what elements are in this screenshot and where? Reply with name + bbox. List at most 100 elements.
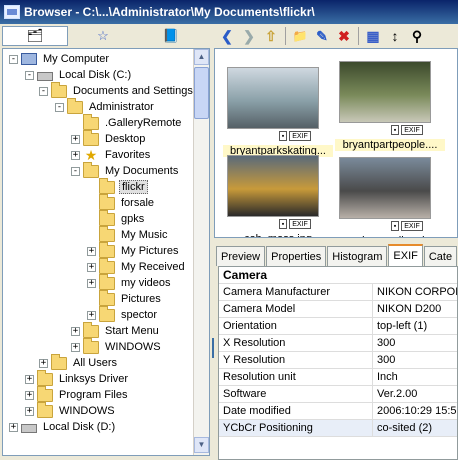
tab-preview[interactable]: Preview	[216, 246, 266, 266]
tree-item[interactable]: + Desktop	[71, 129, 147, 147]
up-folder-button[interactable]: ⇧	[260, 25, 282, 47]
back-button[interactable]: ❮	[216, 25, 238, 47]
expand-icon[interactable]: +	[71, 342, 80, 352]
expand-icon[interactable]: +	[25, 374, 34, 384]
folder-icon	[99, 225, 115, 242]
tree-item[interactable]: + All Users	[39, 353, 119, 371]
expand-icon[interactable]: +	[39, 358, 48, 368]
filter-button[interactable]: ⚲	[406, 25, 428, 47]
folder-tree[interactable]: ▲ ▼ - My Computer - Local Disk (C:) - Documen…	[2, 48, 210, 456]
tab-properties[interactable]: Properties	[266, 246, 327, 266]
folder-icon	[83, 129, 99, 146]
scroll-thumb[interactable]	[194, 67, 209, 119]
expand-icon[interactable]: +	[87, 262, 96, 272]
star-icon: ★	[84, 146, 98, 163]
expand-icon[interactable]: +	[87, 278, 96, 288]
exif-row[interactable]: Software Ver.2.00	[219, 386, 457, 403]
tree-item[interactable]: + WINDOWS	[25, 401, 117, 419]
exif-row[interactable]: Camera ManufacturerNIKON CORPORA	[219, 284, 457, 301]
tree-item-label: Start Menu	[105, 325, 159, 337]
tree-item[interactable]: + WINDOWS	[71, 337, 163, 355]
exif-key: Camera Model	[219, 301, 373, 318]
exif-value: 2006:10:29 15:5	[373, 403, 457, 420]
delete-button[interactable]: ✖	[333, 25, 355, 47]
tree-item-label: My Documents	[105, 165, 179, 177]
thumbnail-item[interactable]: ▪ EXIF bryantpartpeople....	[335, 57, 445, 151]
toolbar-separator	[358, 27, 359, 45]
expand-icon[interactable]: +	[25, 390, 34, 400]
exif-row[interactable]: X Resolution 300	[219, 335, 457, 352]
tree-item-label: Local Disk (C:)	[59, 69, 132, 81]
tree-item[interactable]: forsale	[87, 193, 156, 211]
tab-histogram[interactable]: Histogram	[327, 246, 388, 266]
expand-icon[interactable]: +	[71, 134, 80, 144]
exif-row[interactable]: Orientation top-left (1)	[219, 318, 457, 335]
thumbnail-view-icon: ▦	[366, 27, 380, 44]
favorites-tab[interactable]: ☆	[70, 26, 136, 46]
sort-button[interactable]: ↕	[384, 25, 406, 47]
tree-item-label: Desktop	[105, 133, 146, 145]
exif-row[interactable]: Date modified 2006:10:29 15:5	[219, 403, 457, 420]
view-mode-button[interactable]: ▦	[362, 25, 384, 47]
tab-cate[interactable]: Cate	[423, 246, 458, 266]
tree-item-label: my videos	[121, 277, 171, 289]
browser-app-icon	[4, 5, 20, 19]
expand-icon[interactable]: +	[71, 150, 80, 160]
thumbnail-item[interactable]: ▪EXIFcab_mass.jpg	[223, 151, 327, 237]
tree-item-label: My Pictures	[121, 245, 179, 257]
tree-item[interactable]: - Local Disk (C:)	[25, 67, 133, 83]
computer-icon	[21, 53, 37, 65]
folder-icon	[67, 97, 83, 114]
exif-value: 300	[373, 352, 457, 369]
exif-value: co-sited (2)	[373, 420, 457, 437]
thumbnail-item[interactable]: ▪ EXIF bryantparkskating...	[223, 63, 333, 157]
scroll-up-button[interactable]: ▲	[194, 49, 209, 65]
collapse-icon[interactable]: -	[39, 86, 48, 96]
folders-tab[interactable]: 🗂	[2, 26, 68, 46]
tree-item[interactable]: flickr	[87, 177, 148, 195]
tree-item-label: Documents and Settings	[73, 85, 193, 97]
tree-item[interactable]: - My Computer	[9, 51, 111, 67]
tree-item-label: forsale	[121, 197, 155, 209]
exif-row[interactable]: YCbCr Positioning co-sited (2)	[219, 420, 457, 437]
thumbnail-item[interactable]: ▪EXIFcarriageandbus.jpg	[335, 153, 439, 237]
tree-item[interactable]: - My Documents	[71, 161, 180, 179]
folder-icon	[51, 81, 67, 98]
collapse-icon[interactable]: -	[71, 166, 80, 176]
tab-exif[interactable]: EXIF	[388, 244, 423, 266]
exif-row[interactable]: Resolution unit Inch	[219, 369, 457, 386]
expand-icon[interactable]: +	[71, 326, 80, 336]
tree-item[interactable]: - Administrator	[55, 97, 156, 115]
up-folder-icon: ⇧	[265, 27, 277, 44]
tree-scrollbar[interactable]: ▲ ▼	[193, 49, 209, 455]
delete-x-icon: ✖	[338, 27, 350, 44]
tree-item[interactable]: - Documents and Settings	[39, 81, 195, 99]
tree-item[interactable]: + spector	[87, 305, 159, 323]
tree-item[interactable]: + Local Disk (D:)	[9, 419, 117, 435]
expand-icon[interactable]: +	[87, 310, 96, 320]
drive-icon	[37, 72, 53, 81]
tree-item-label: .GalleryRemote	[105, 117, 182, 129]
exif-row[interactable]: Y Resolution 300	[219, 352, 457, 369]
exif-badge: EXIF	[401, 125, 423, 135]
tree-item-label: Local Disk (D:)	[43, 421, 116, 433]
catalog-tab[interactable]: 📘	[138, 26, 204, 46]
folder-icon	[99, 305, 115, 322]
collapse-icon[interactable]: -	[9, 54, 18, 64]
expand-icon[interactable]: +	[25, 406, 34, 416]
folder-icon	[99, 289, 115, 306]
collapse-icon[interactable]: -	[55, 102, 64, 112]
scroll-down-button[interactable]: ▼	[194, 437, 209, 453]
expand-icon[interactable]: +	[9, 422, 18, 432]
exif-row[interactable]: Camera Model NIKON D200	[219, 301, 457, 318]
folder-icon	[83, 161, 99, 178]
folder-icon	[51, 353, 67, 370]
exif-key: X Resolution	[219, 335, 373, 352]
forward-button[interactable]: ❯	[238, 25, 260, 47]
rename-button[interactable]: ✎	[311, 25, 333, 47]
folders-icon: 🗂	[26, 28, 44, 43]
tree-item[interactable]: gpks	[87, 209, 146, 227]
collapse-icon[interactable]: -	[25, 70, 34, 80]
new-folder-button[interactable]: 📁	[289, 25, 311, 47]
expand-icon[interactable]: +	[87, 246, 96, 256]
